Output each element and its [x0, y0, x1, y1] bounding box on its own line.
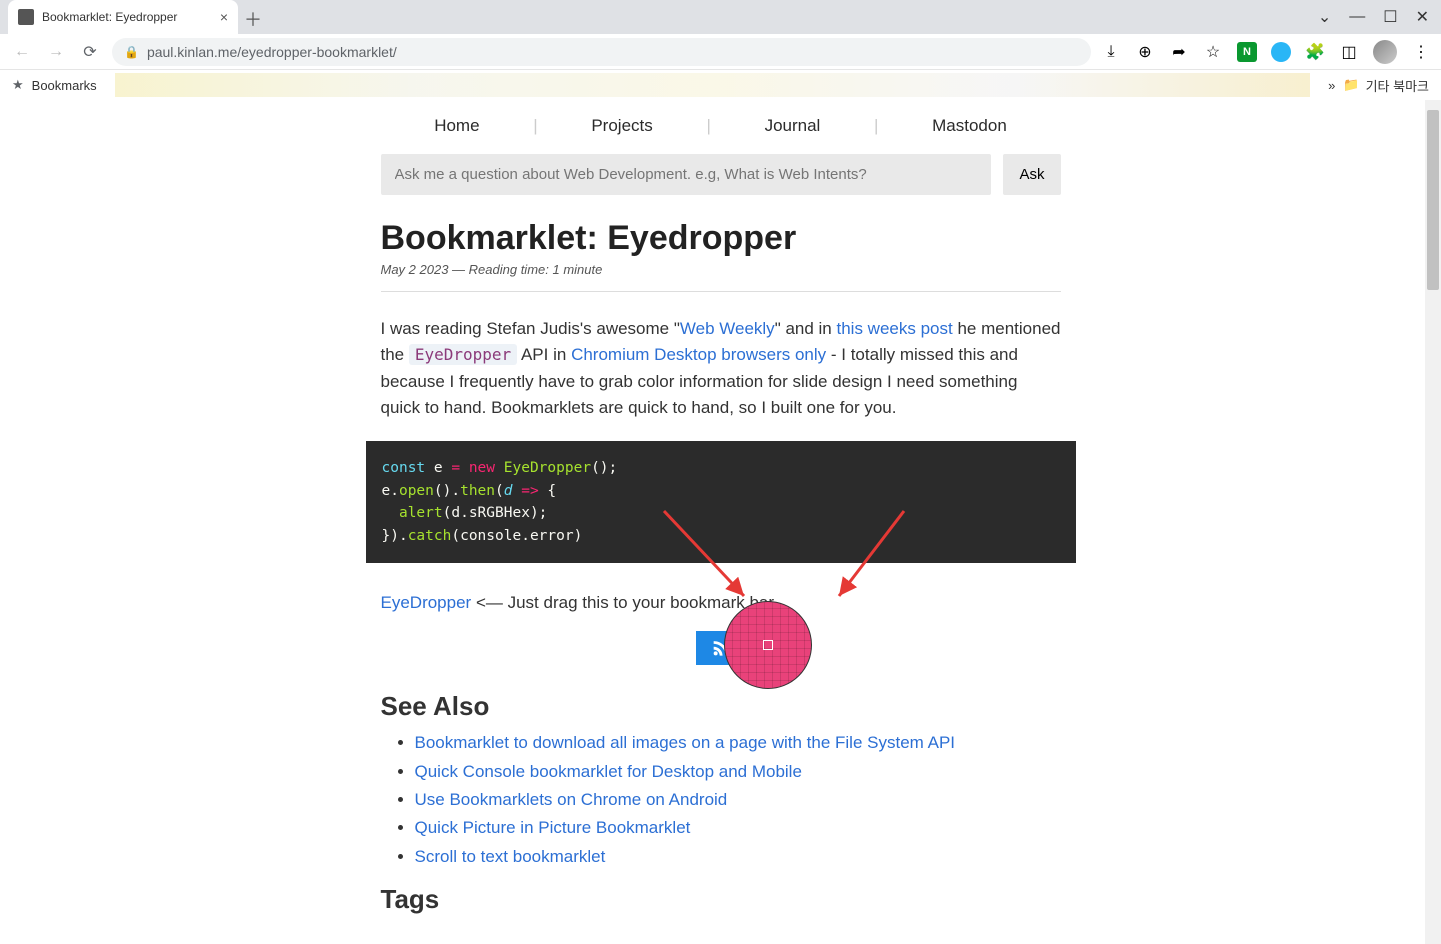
bookmarks-blur — [115, 73, 1310, 97]
nav-mastodon[interactable]: Mastodon — [932, 116, 1007, 136]
code-eyedropper: EyeDropper — [409, 344, 517, 365]
page-title: Bookmarklet: Eyedropper — [381, 219, 1061, 258]
profile-avatar[interactable] — [1373, 40, 1397, 64]
list-item: Bookmarklet to download all images on a … — [415, 730, 1061, 756]
other-bookmarks-label: 기타 북마크 — [1366, 76, 1429, 95]
list-item: Quick Console bookmarklet for Desktop an… — [415, 759, 1061, 785]
chevron-down-icon[interactable]: ⌄ — [1318, 7, 1331, 27]
nav-home[interactable]: Home — [434, 116, 479, 136]
loupe-target-icon — [763, 640, 773, 650]
scrollbar-thumb[interactable] — [1427, 110, 1439, 290]
rss-icon — [710, 637, 732, 659]
install-icon[interactable]: ⤓ — [1101, 42, 1121, 62]
bookmarks-bar: ★ Bookmarks » 📁 기타 북마크 — [0, 70, 1441, 100]
body-paragraph: I was reading Stefan Judis's awesome "We… — [381, 316, 1061, 421]
browser-tab[interactable]: Bookmarklet: Eyedropper × — [8, 0, 238, 34]
minimize-icon[interactable]: — — [1349, 8, 1365, 26]
bookmarks-label[interactable]: Bookmarks — [32, 78, 97, 93]
list-item: Scroll to text bookmarklet — [415, 844, 1061, 870]
code-block: const e = new EyeDropper(); e.open().the… — [366, 441, 1076, 563]
share-icon[interactable]: ➦ — [1169, 42, 1189, 62]
drag-instruction: EyeDropper <— Just drag this to your boo… — [381, 593, 1061, 613]
sidepanel-icon[interactable]: ◫ — [1339, 42, 1359, 62]
tab-title: Bookmarklet: Eyedropper — [42, 10, 177, 24]
extensions-puzzle-icon[interactable]: 🧩 — [1305, 42, 1325, 62]
rss-button[interactable] — [696, 631, 746, 665]
extension-blue-icon[interactable] — [1271, 42, 1291, 62]
search-input[interactable] — [381, 154, 992, 195]
extension-n-icon[interactable]: N — [1237, 42, 1257, 62]
tags-heading: Tags — [381, 884, 1061, 915]
scrollbar[interactable] — [1425, 100, 1441, 944]
other-bookmarks[interactable]: 📁 기타 북마크 — [1343, 76, 1429, 95]
link-this-weeks-post[interactable]: this weeks post — [837, 319, 953, 338]
site-nav: Home | Projects | Journal | Mastodon — [381, 116, 1061, 136]
url-text: paul.kinlan.me/eyedropper-bookmarklet/ — [147, 44, 397, 60]
maximize-icon[interactable]: ☐ — [1383, 7, 1397, 27]
forward-button[interactable]: → — [44, 40, 68, 64]
nav-journal[interactable]: Journal — [765, 116, 821, 136]
star-icon[interactable]: ☆ — [1203, 42, 1223, 62]
list-item: Use Bookmarklets on Chrome on Android — [415, 787, 1061, 813]
menu-icon[interactable]: ⋮ — [1411, 42, 1431, 62]
link-chromium-only[interactable]: Chromium Desktop browsers only — [571, 345, 826, 364]
bookmarks-star-icon[interactable]: ★ — [12, 77, 24, 93]
back-button[interactable]: ← — [10, 40, 34, 64]
reload-button[interactable]: ⟳ — [78, 40, 102, 64]
see-also-heading: See Also — [381, 691, 1061, 722]
page-viewport[interactable]: Home | Projects | Journal | Mastodon Ask… — [0, 100, 1441, 944]
bookmarks-overflow[interactable]: » — [1328, 78, 1335, 93]
tab-bar: Bookmarklet: Eyedropper × ＋ ⌄ — ☐ ✕ — [0, 0, 1441, 34]
see-also-list: Bookmarklet to download all images on a … — [381, 730, 1061, 870]
bookmarklet-link[interactable]: EyeDropper — [381, 593, 472, 612]
url-input[interactable]: 🔒 paul.kinlan.me/eyedropper-bookmarklet/ — [112, 38, 1091, 66]
address-bar: ← → ⟳ 🔒 paul.kinlan.me/eyedropper-bookma… — [0, 34, 1441, 70]
link-web-weekly[interactable]: Web Weekly — [680, 319, 775, 338]
list-item: Quick Picture in Picture Bookmarklet — [415, 815, 1061, 841]
new-tab-button[interactable]: ＋ — [238, 4, 268, 34]
close-window-icon[interactable]: ✕ — [1416, 7, 1429, 27]
ask-button[interactable]: Ask — [1003, 154, 1060, 195]
lock-icon: 🔒 — [124, 45, 139, 59]
close-tab-icon[interactable]: × — [220, 9, 228, 25]
translate-icon[interactable]: ⊕ — [1135, 42, 1155, 62]
favicon-icon — [18, 9, 34, 25]
window-controls: ⌄ — ☐ ✕ — [1318, 0, 1441, 34]
nav-projects[interactable]: Projects — [591, 116, 652, 136]
article-meta: May 2 2023 — Reading time: 1 minute — [381, 262, 1061, 277]
folder-icon: 📁 — [1343, 77, 1359, 93]
